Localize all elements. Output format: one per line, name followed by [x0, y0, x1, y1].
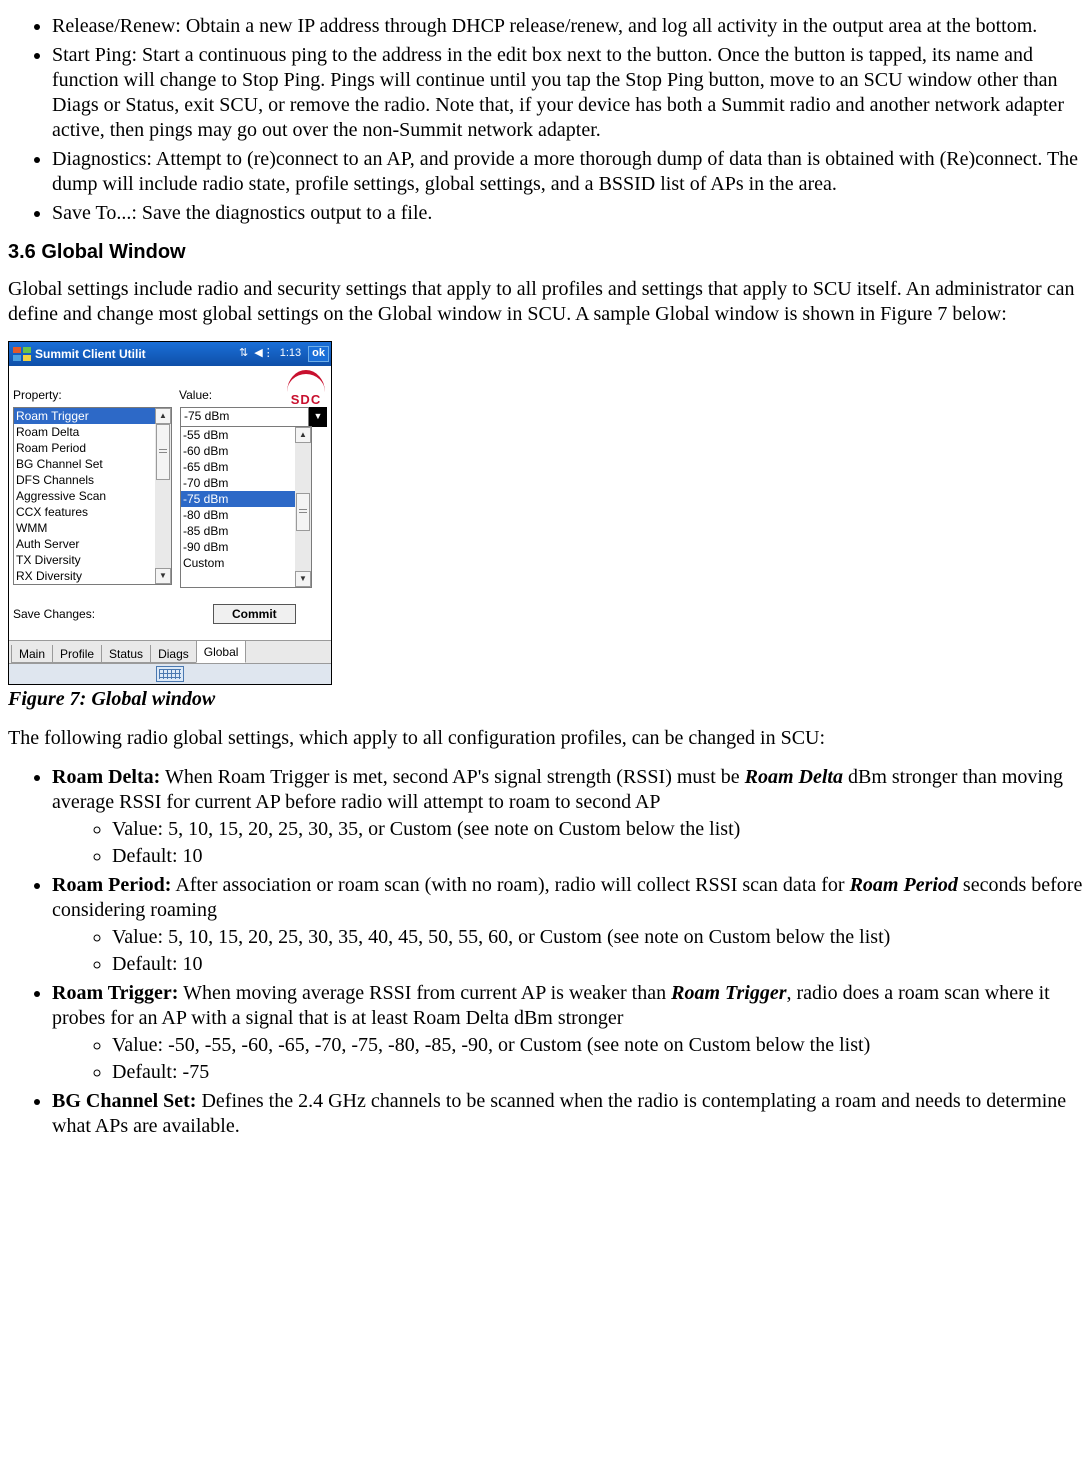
list-item: Diagnostics: Attempt to (re)connect to a… [52, 147, 1083, 197]
setting-default: Default: -75 [112, 1060, 1083, 1085]
list-item[interactable]: -80 dBm [181, 507, 311, 523]
setting-value: Value: -50, -55, -60, -65, -70, -75, -80… [112, 1033, 1083, 1058]
setting-roam-delta: Roam Delta: When Roam Trigger is met, se… [52, 765, 1083, 869]
property-listbox[interactable]: Roam Trigger Roam Delta Roam Period BG C… [13, 407, 172, 585]
setting-default: Default: 10 [112, 844, 1083, 869]
list-item: Start Ping: Start a continuous ping to t… [52, 43, 1083, 143]
figure-caption: Figure 7: Global window [8, 687, 1083, 712]
list-item[interactable]: -55 dBm [181, 427, 311, 443]
global-window-screenshot: Summit Client Utilit ⇅ ◀⋮ 1:13 ok SDC Pr… [8, 341, 332, 685]
tab-status[interactable]: Status [101, 645, 151, 663]
setting-value: Value: 5, 10, 15, 20, 25, 30, 35, 40, 45… [112, 925, 1083, 950]
list-item[interactable]: WMM [14, 520, 171, 536]
scrollbar[interactable]: ▲ ▼ [295, 427, 311, 587]
setting-value: Value: 5, 10, 15, 20, 25, 30, 35, or Cus… [112, 817, 1083, 842]
value-select[interactable]: -75 dBm [180, 407, 309, 427]
setting-roam-period: Roam Period: After association or roam s… [52, 873, 1083, 977]
titlebar: Summit Client Utilit ⇅ ◀⋮ 1:13 ok [9, 342, 331, 366]
clock: 1:13 [280, 347, 301, 361]
tab-bar: Main Profile Status Diags Global [9, 640, 331, 663]
value-dropdown-list[interactable]: -55 dBm -60 dBm -65 dBm -70 dBm -75 dBm … [180, 426, 312, 588]
list-item[interactable]: RX Diversity [14, 568, 171, 584]
list-item[interactable]: Roam Trigger [14, 408, 171, 424]
list-item[interactable]: Auth Server [14, 536, 171, 552]
setting-default: Default: 10 [112, 952, 1083, 977]
start-flag-icon[interactable] [13, 347, 31, 361]
list-item[interactable]: TX Diversity [14, 552, 171, 568]
dropdown-arrow-icon[interactable]: ▼ [309, 407, 327, 427]
tab-main[interactable]: Main [11, 645, 53, 663]
list-item[interactable]: CCX features [14, 504, 171, 520]
post-figure-paragraph: The following radio global settings, whi… [8, 726, 1083, 751]
scroll-up-icon[interactable]: ▲ [295, 427, 311, 443]
volume-icon[interactable]: ◀⋮ [254, 347, 273, 361]
list-item[interactable]: Roam Period [14, 440, 171, 456]
list-item[interactable]: -85 dBm [181, 523, 311, 539]
section-heading: 3.6 Global Window [8, 240, 1083, 265]
connectivity-icon[interactable]: ⇅ [239, 347, 248, 361]
scrollbar[interactable]: ▲ ▼ [155, 408, 171, 584]
list-item[interactable]: -60 dBm [181, 443, 311, 459]
scroll-down-icon[interactable]: ▼ [295, 571, 311, 587]
list-item: Release/Renew: Obtain a new IP address t… [52, 14, 1083, 39]
save-changes-label: Save Changes: [13, 607, 213, 622]
list-item[interactable]: -75 dBm [181, 491, 311, 507]
list-item: Save To...: Save the diagnostics output … [52, 201, 1083, 226]
window-title: Summit Client Utilit [35, 347, 236, 362]
sdc-logo: SDC [287, 370, 325, 408]
tab-profile[interactable]: Profile [52, 645, 102, 663]
list-item[interactable]: -90 dBm [181, 539, 311, 555]
list-item[interactable]: -65 dBm [181, 459, 311, 475]
list-item[interactable]: DFS Channels [14, 472, 171, 488]
sip-bar [9, 663, 331, 684]
commit-button[interactable]: Commit [213, 604, 296, 624]
tab-diags[interactable]: Diags [150, 645, 197, 663]
setting-roam-trigger: Roam Trigger: When moving average RSSI f… [52, 981, 1083, 1085]
intro-paragraph: Global settings include radio and securi… [8, 277, 1083, 327]
keyboard-icon[interactable] [156, 666, 184, 682]
list-item[interactable]: Roam Delta [14, 424, 171, 440]
settings-list: Roam Delta: When Roam Trigger is met, se… [8, 765, 1083, 1139]
list-item[interactable]: -70 dBm [181, 475, 311, 491]
top-bullet-list: Release/Renew: Obtain a new IP address t… [8, 14, 1083, 226]
ok-button[interactable]: ok [308, 346, 329, 362]
scroll-thumb[interactable] [156, 424, 170, 480]
list-item[interactable]: BG Channel Set [14, 456, 171, 472]
scroll-down-icon[interactable]: ▼ [155, 568, 171, 584]
scroll-thumb[interactable] [296, 493, 310, 531]
scroll-up-icon[interactable]: ▲ [155, 408, 171, 424]
list-item[interactable]: Custom [181, 555, 311, 571]
list-item[interactable]: Aggressive Scan [14, 488, 171, 504]
tab-global[interactable]: Global [196, 641, 247, 663]
setting-bg-channel-set: BG Channel Set: Defines the 2.4 GHz chan… [52, 1089, 1083, 1139]
property-label: Property: [13, 388, 179, 403]
value-label: Value: [179, 388, 212, 403]
